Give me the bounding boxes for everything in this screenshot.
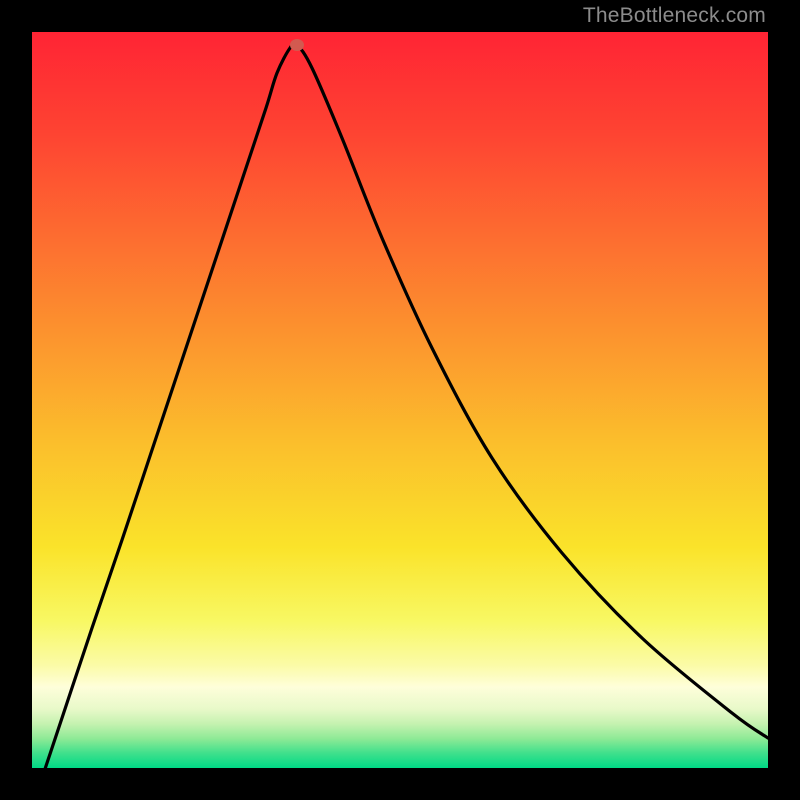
chart-curve	[32, 32, 768, 768]
chart-frame	[32, 32, 768, 768]
min-point-marker	[290, 39, 304, 51]
watermark-text: TheBottleneck.com	[583, 4, 766, 28]
